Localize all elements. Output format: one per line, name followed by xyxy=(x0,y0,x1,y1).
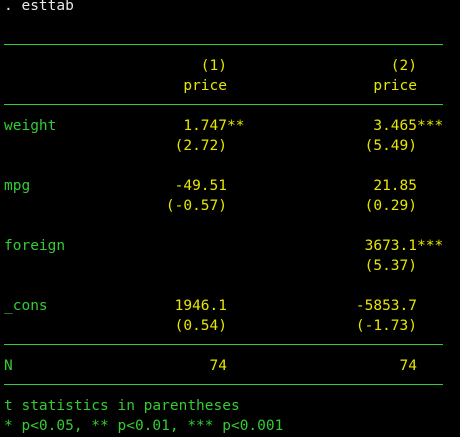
coef-foreign-2: 3673.1*** xyxy=(364,238,444,254)
command-line: . esttab xyxy=(4,0,74,14)
coef-cons-2: -5853.7 xyxy=(355,298,417,314)
tstat-mpg-2: (0.29) xyxy=(364,198,417,214)
tstat-foreign-1 xyxy=(150,256,254,276)
row-label-n: N xyxy=(4,358,13,374)
footnote-significance: * p<0.05, ** p<0.01, *** p<0.001 xyxy=(4,418,284,434)
table-bottom-rule xyxy=(4,384,443,385)
coef-foreign-1 xyxy=(150,236,254,256)
n-rule xyxy=(4,344,443,345)
tstat-weight-2: (5.49) xyxy=(364,138,417,154)
tstat-weight-1: (2.72) xyxy=(174,138,227,154)
n-value-1: 74 xyxy=(209,358,227,374)
tstat-cons-2: (-1.73) xyxy=(355,318,417,334)
tstat-foreign-2: (5.37) xyxy=(364,258,417,274)
header-rule xyxy=(4,104,443,105)
table-top-rule xyxy=(4,44,443,45)
tstat-mpg-1: (-0.57) xyxy=(165,198,227,214)
row-label-weight: weight xyxy=(4,118,57,134)
row-label-mpg: mpg xyxy=(4,178,31,194)
model-number-1: (1) xyxy=(200,58,227,74)
depvar-2: price xyxy=(373,78,417,94)
depvar-1: price xyxy=(183,78,227,94)
coef-cons-1: 1946.1 xyxy=(174,298,227,314)
tstat-cons-1: (0.54) xyxy=(174,318,227,334)
coef-weight-2: 3.465*** xyxy=(373,118,444,134)
coef-weight-1: 1.747** xyxy=(183,118,245,134)
footnote-tstats: t statistics in parentheses xyxy=(4,398,240,414)
coef-mpg-1: -49.51 xyxy=(174,178,227,194)
row-label-foreign: foreign xyxy=(4,238,66,254)
model-number-2: (2) xyxy=(390,58,417,74)
coef-mpg-2: 21.85 xyxy=(373,178,417,194)
n-value-2: 74 xyxy=(399,358,417,374)
row-label-cons: _cons xyxy=(4,298,48,314)
